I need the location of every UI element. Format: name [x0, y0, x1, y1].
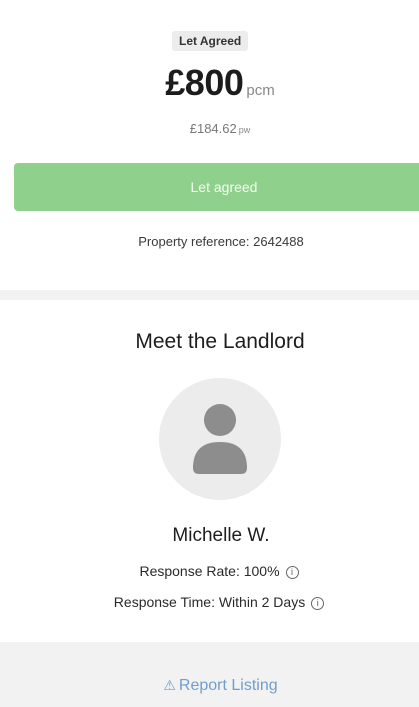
user-placeholder-icon — [193, 404, 247, 474]
property-reference: Property reference: 2642488 — [138, 234, 304, 249]
weekly-price-unit: pw — [238, 125, 251, 135]
price-row: £800 pcm — [0, 62, 419, 104]
info-circle-icon[interactable]: i — [311, 597, 325, 610]
info-circle-icon[interactable]: i — [285, 566, 299, 579]
let-agreed-button[interactable]: Let agreed — [14, 163, 419, 211]
report-listing-label: Report Listing — [178, 677, 278, 694]
response-rate: Response Rate: 100% — [139, 563, 280, 579]
response-rate-row: Response Rate: 100% i — [0, 563, 419, 579]
status-badge: Let Agreed — [172, 31, 249, 51]
monthly-price: £800 — [165, 62, 244, 103]
monthly-price-unit: pcm — [246, 82, 275, 99]
weekly-price: £184.62 — [189, 121, 237, 136]
report-listing-link[interactable]: ⚠ Report Listing — [0, 677, 419, 695]
response-time: Response Time: Within 2 Days — [113, 594, 306, 610]
avatar — [159, 378, 281, 500]
landlord-heading: Meet the Landlord — [135, 330, 305, 353]
response-time-row: Response Time: Within 2 Days i — [0, 594, 419, 610]
landlord-name: Michelle W. — [172, 525, 270, 546]
warning-triangle-icon: ⚠ — [163, 677, 176, 693]
weekly-price-row: £184.62 pw — [0, 120, 419, 138]
